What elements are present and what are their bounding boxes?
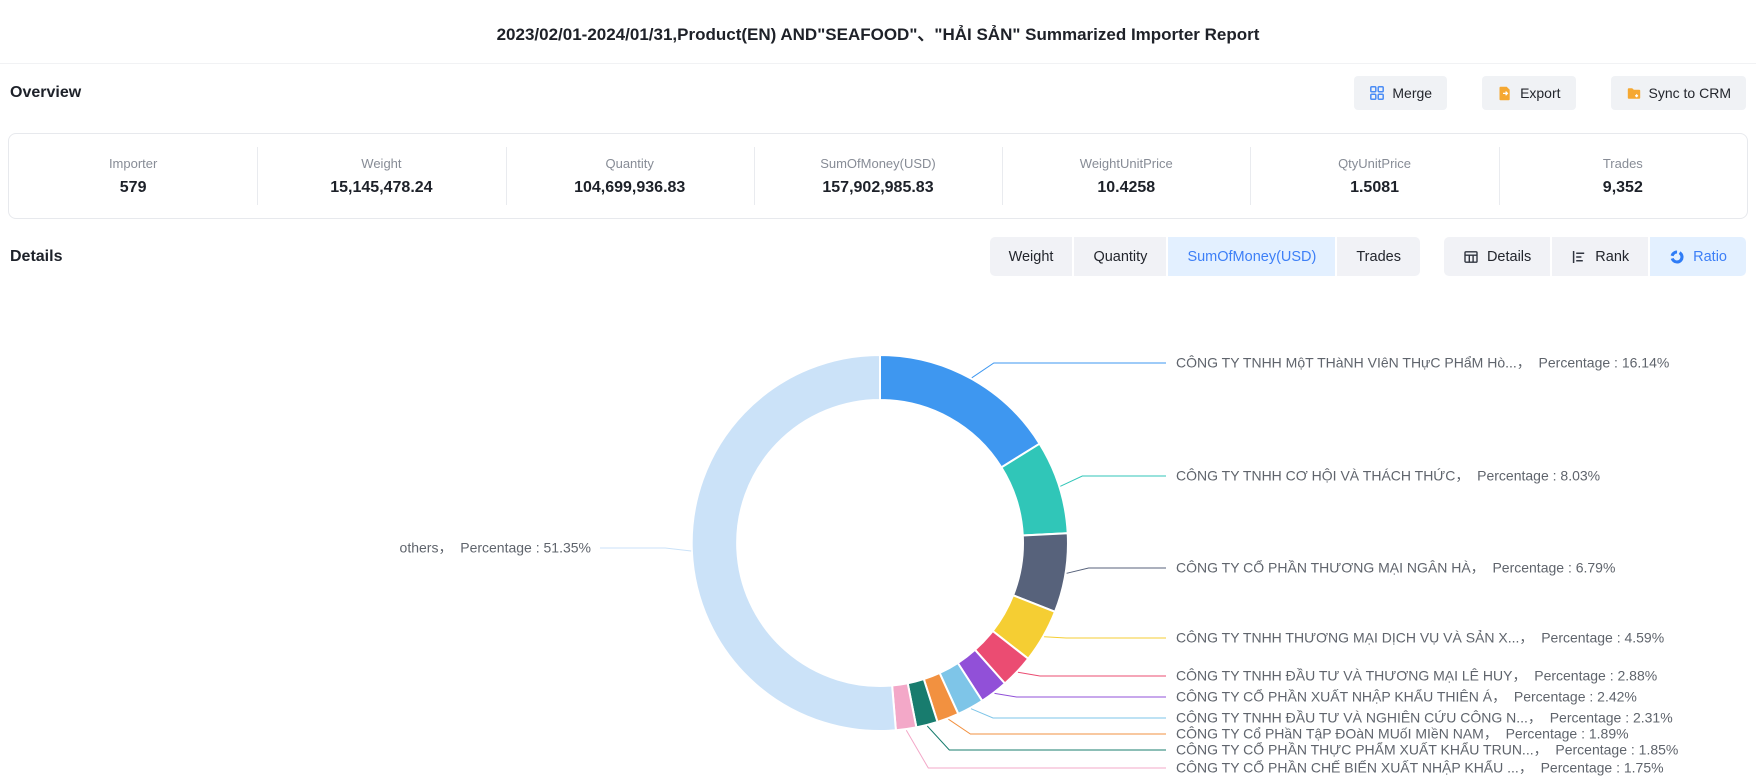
stat-qty-unit-price: QtyUnitPrice 1.5081 <box>1250 134 1498 218</box>
pie-label: CÔNG TY Cổ PHầN TậP ĐOàN MUốI MIềN NAM， … <box>1176 726 1629 742</box>
pie-label: CÔNG TY CỔ PHẦN THỰC PHẨM XUẤT KHẨU TRUN… <box>1176 741 1678 758</box>
pie-leader-line <box>1018 672 1166 676</box>
stat-value: 579 <box>120 179 147 197</box>
page-title: 2023/02/01-2024/01/31,Product(EN) AND"SE… <box>0 0 1756 64</box>
pie-label: CÔNG TY TNHH CƠ HỘI VÀ THÁCH THỨC， Perce… <box>1176 468 1600 484</box>
merge-button-label: Merge <box>1392 85 1432 101</box>
tab-weight[interactable]: Weight <box>990 237 1073 276</box>
stat-weight-unit-price: WeightUnitPrice 10.4258 <box>1002 134 1250 218</box>
pie-leader-line <box>1060 476 1166 486</box>
stat-importer: Importer 579 <box>9 134 257 218</box>
view-details-button[interactable]: Details <box>1444 237 1550 276</box>
details-header: Details Weight Quantity SumOfMoney(USD) … <box>8 237 1748 276</box>
stat-value: 1.5081 <box>1350 179 1399 197</box>
pie-leader-line <box>995 693 1167 697</box>
ratio-chart-area: CÔNG TY TNHH MộT THàNH VIêN THựC PHẩM Hò… <box>0 298 1756 783</box>
stat-label: Quantity <box>605 156 653 171</box>
stat-label: Importer <box>109 156 157 171</box>
pie-label: others， Percentage : 51.35% <box>400 540 591 556</box>
view-rank-button[interactable]: Rank <box>1552 237 1648 276</box>
stat-label: SumOfMoney(USD) <box>820 156 936 171</box>
rank-icon <box>1571 249 1587 265</box>
donut-icon <box>1669 249 1685 265</box>
stat-sum-of-money: SumOfMoney(USD) 157,902,985.83 <box>754 134 1002 218</box>
pie-leader-line <box>971 709 1166 718</box>
stat-trades: Trades 9,352 <box>1499 134 1747 218</box>
pie-label: CÔNG TY TNHH ĐẦU TƯ VÀ THƯƠNG MẠI LÊ HUY… <box>1176 668 1657 684</box>
stat-label: WeightUnitPrice <box>1080 156 1173 171</box>
overview-heading: Overview <box>10 84 81 102</box>
stat-label: Trades <box>1603 156 1643 171</box>
pie-label: CÔNG TY TNHH ĐẦU TƯ VÀ NGHIÊN CỨU CÔNG N… <box>1176 710 1673 726</box>
merge-icon <box>1369 85 1385 101</box>
pie-slice-0[interactable] <box>880 355 1040 467</box>
stat-value: 9,352 <box>1603 179 1643 197</box>
stat-value: 157,902,985.83 <box>822 179 933 197</box>
export-icon <box>1497 85 1513 101</box>
view-rank-label: Rank <box>1595 249 1629 265</box>
pie-label: CÔNG TY TNHH MộT THàNH VIêN THựC PHẩM Hò… <box>1176 355 1669 371</box>
pie-label: CÔNG TY TNHH THƯƠNG MẠI DỊCH VỤ VÀ SẢN X… <box>1176 630 1664 646</box>
stat-value: 10.4258 <box>1097 179 1155 197</box>
pie-label: CÔNG TY CỔ PHẦN THƯƠNG MẠI NGÂN HÀ， Perc… <box>1176 559 1615 576</box>
pie-leader-line <box>600 548 691 551</box>
pie-slice-10[interactable] <box>692 355 896 731</box>
tab-sum-of-money[interactable]: SumOfMoney(USD) <box>1168 237 1335 276</box>
pie-leader-line <box>1067 568 1166 573</box>
details-controls: Weight Quantity SumOfMoney(USD) Trades D… <box>990 237 1746 276</box>
details-heading: Details <box>10 248 62 266</box>
view-switch-group: Details Rank Ratio <box>1444 237 1746 276</box>
stat-value: 15,145,478.24 <box>330 179 432 197</box>
stat-label: QtyUnitPrice <box>1338 156 1411 171</box>
merge-button[interactable]: Merge <box>1354 76 1447 110</box>
stat-value: 104,699,936.83 <box>574 179 685 197</box>
sync-to-crm-button-label: Sync to CRM <box>1649 85 1731 101</box>
export-button-label: Export <box>1520 85 1560 101</box>
stat-label: Weight <box>361 156 401 171</box>
stat-quantity: Quantity 104,699,936.83 <box>506 134 754 218</box>
overview-actions: Merge Export Sync to CRM <box>1354 76 1746 110</box>
tab-quantity[interactable]: Quantity <box>1074 237 1166 276</box>
sync-folder-icon <box>1626 85 1642 101</box>
sync-to-crm-button[interactable]: Sync to CRM <box>1611 76 1746 110</box>
table-icon <box>1463 249 1479 265</box>
export-button[interactable]: Export <box>1482 76 1575 110</box>
view-ratio-button[interactable]: Ratio <box>1650 237 1746 276</box>
pie-label: CÔNG TY CỔ PHẦN XUẤT NHẬP KHẨU THIÊN Á， … <box>1176 688 1637 705</box>
view-details-label: Details <box>1487 249 1531 265</box>
pie-leader-line <box>972 363 1166 378</box>
importer-ratio-chart: CÔNG TY TNHH MộT THàNH VIêN THựC PHẩM Hò… <box>0 298 1756 778</box>
stat-weight: Weight 15,145,478.24 <box>257 134 505 218</box>
view-ratio-label: Ratio <box>1693 249 1727 265</box>
pie-leader-line <box>906 730 1166 768</box>
overview-header: Overview Merge Export Sync to CRM <box>8 76 1748 110</box>
overview-stats-panel: Importer 579 Weight 15,145,478.24 Quanti… <box>8 133 1748 219</box>
tab-trades[interactable]: Trades <box>1337 237 1420 276</box>
pie-label: CÔNG TY CỔ PHẦN CHẾ BIẾN XUẤT NHẬP KHẨU … <box>1176 759 1664 776</box>
pie-leader-line <box>1044 637 1166 638</box>
pie-leader-line <box>948 719 1166 734</box>
metric-tab-group: Weight Quantity SumOfMoney(USD) Trades <box>990 237 1420 276</box>
